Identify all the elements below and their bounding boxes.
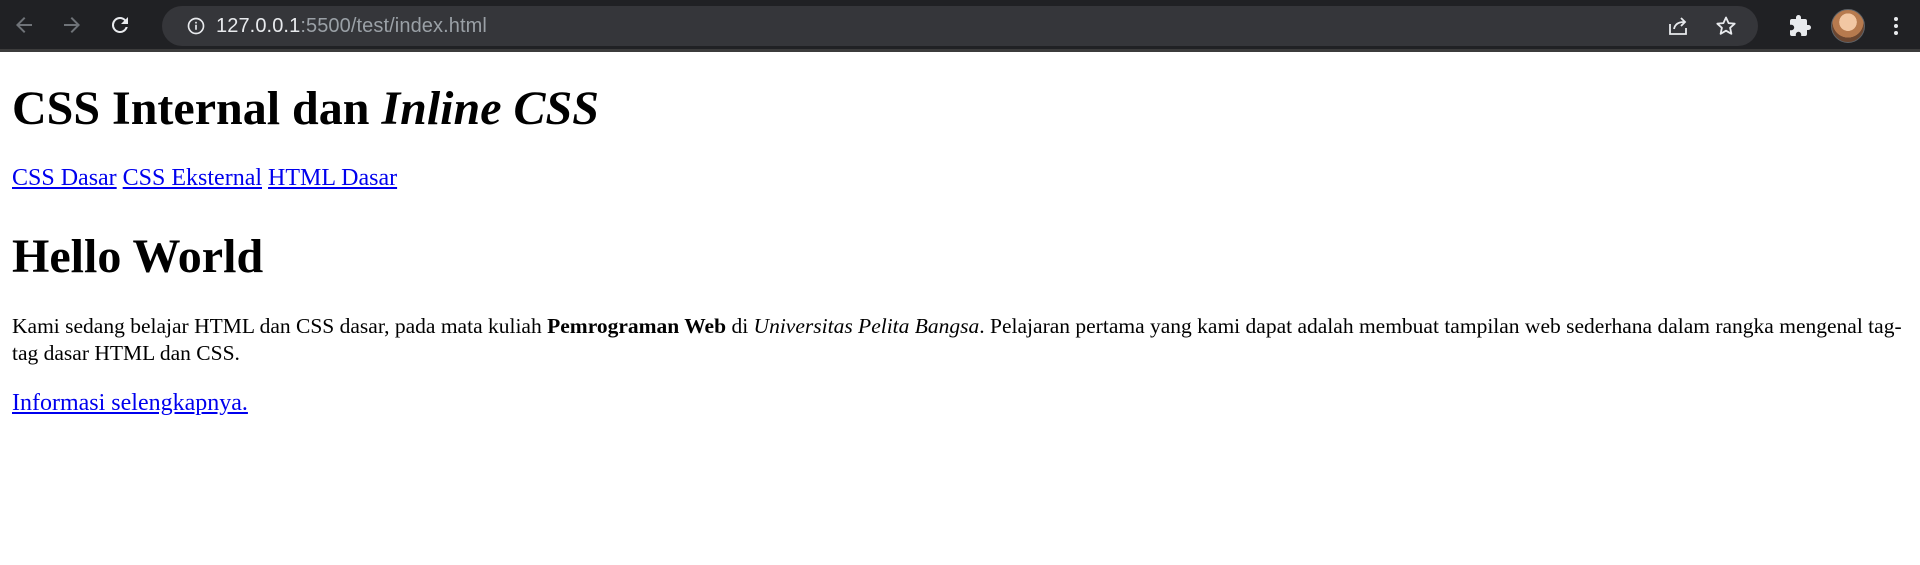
menu-button[interactable]	[1872, 0, 1920, 52]
forward-arrow-icon	[64, 16, 80, 33]
intro-paragraph: Kami sedang belajar HTML dan CSS dasar, …	[12, 313, 1908, 367]
address-bar[interactable]: 127.0.0.1:5500/test/index.html	[162, 6, 1758, 46]
intro-italic: Universitas Pelita Bangsa	[753, 314, 980, 338]
nav-link-css-dasar[interactable]: CSS Dasar	[12, 165, 117, 191]
page-content: CSS Internal dan Inline CSS CSS Dasar CS…	[0, 80, 1920, 417]
reload-icon	[111, 16, 128, 33]
browser-toolbar: 127.0.0.1:5500/test/index.html	[0, 0, 1920, 52]
more-info-link[interactable]: Informasi selengkapnya.	[12, 390, 248, 416]
avatar	[1831, 9, 1865, 43]
page-title-italic: Inline CSS	[381, 82, 599, 135]
back-arrow-icon	[16, 16, 32, 33]
share-icon	[1669, 17, 1687, 35]
hello-heading: Hello World	[12, 230, 264, 283]
url-path: :5500/test/index.html	[300, 14, 487, 37]
back-button[interactable]	[0, 0, 48, 51]
forward-button[interactable]	[48, 0, 96, 51]
url-host: 127.0.0.1	[216, 14, 301, 37]
url-text[interactable]: 127.0.0.1:5500/test/index.html	[216, 15, 487, 38]
more-info-paragraph: Informasi selengkapnya.	[12, 389, 1908, 417]
page-title-plain: CSS Internal dan	[12, 82, 382, 135]
reload-button[interactable]	[96, 0, 144, 51]
star-icon	[1716, 16, 1736, 35]
intro-text-1: Kami sedang belajar HTML dan CSS dasar, …	[12, 314, 548, 338]
info-icon	[187, 17, 205, 35]
share-button[interactable]	[1654, 6, 1702, 46]
page-title: CSS Internal dan Inline CSS	[12, 80, 1908, 137]
profile-button[interactable]	[1824, 0, 1872, 52]
nav-links: CSS Dasar CSS Eksternal HTML Dasar	[12, 164, 1908, 192]
puzzle-icon	[1790, 15, 1811, 36]
site-info-button[interactable]	[176, 16, 216, 36]
bookmark-button[interactable]	[1702, 6, 1750, 46]
intro-text-2: di	[726, 314, 754, 338]
nav-link-html-dasar[interactable]: HTML Dasar	[268, 165, 397, 191]
extensions-button[interactable]	[1776, 0, 1824, 52]
kebab-menu-icon	[1894, 17, 1898, 35]
intro-bold: Pemrograman Web	[547, 314, 727, 338]
nav-link-css-eksternal[interactable]: CSS Eksternal	[123, 165, 262, 191]
